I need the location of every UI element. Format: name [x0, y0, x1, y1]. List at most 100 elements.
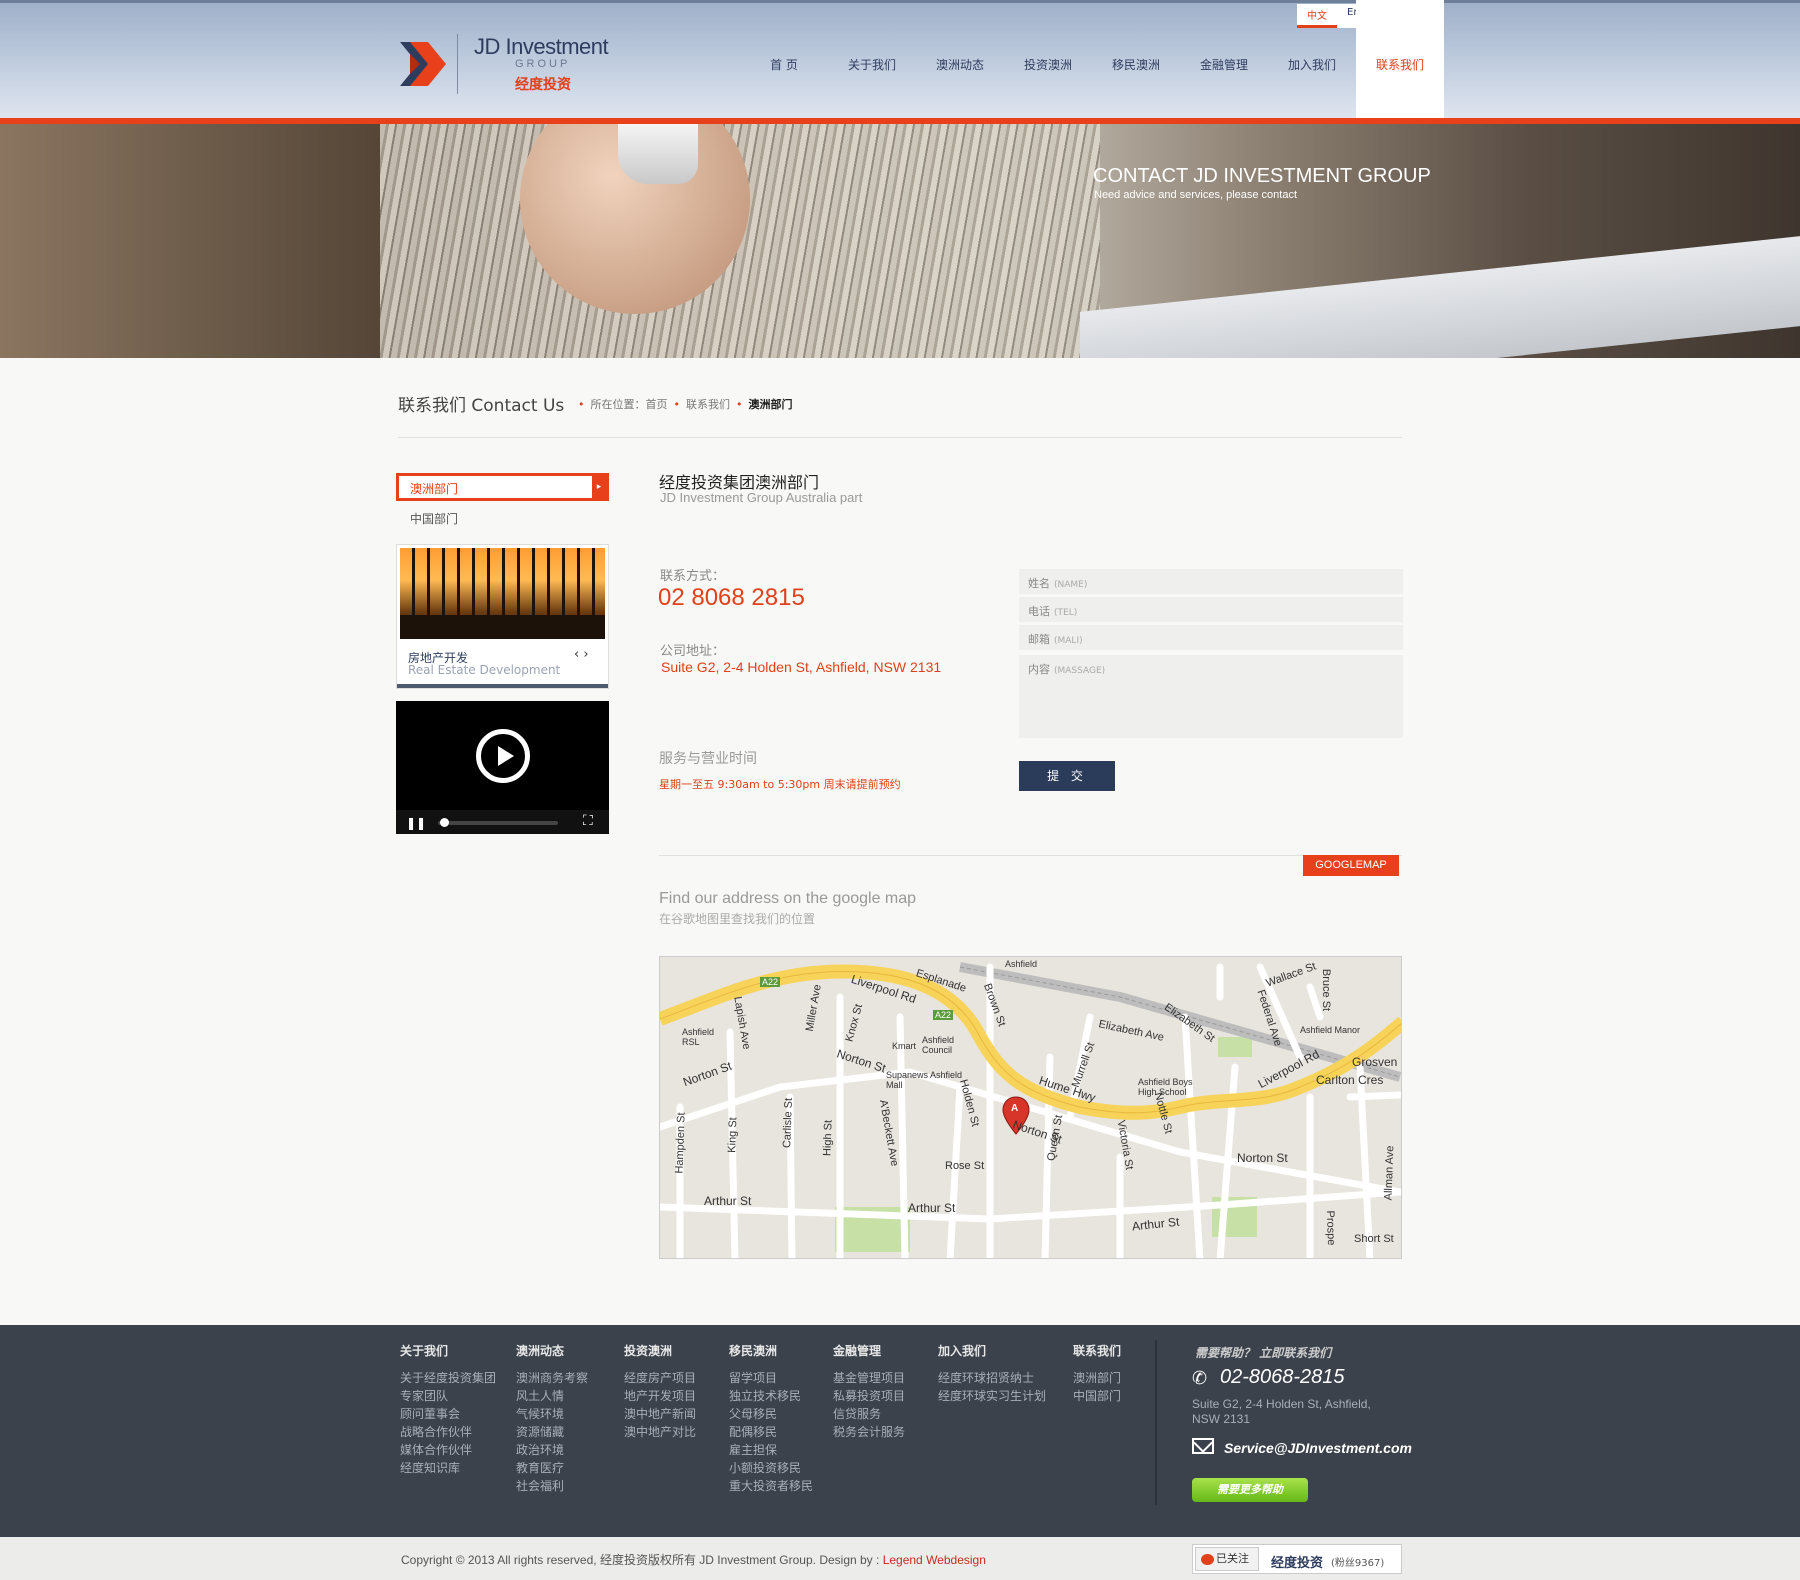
- pause-icon[interactable]: ❚❚: [406, 816, 426, 830]
- map-label: Supanews Ashfield Mall: [886, 1070, 963, 1090]
- footer-column-title[interactable]: 联系我们: [1073, 1342, 1121, 1359]
- footer-column-title[interactable]: 投资澳洲: [624, 1342, 696, 1359]
- footer-link[interactable]: 政治环境: [516, 1441, 588, 1459]
- footer-link[interactable]: 经度环球实习生计划: [938, 1387, 1046, 1405]
- message-field-label: 内容 (MASSAGE): [1028, 663, 1106, 676]
- nav-home[interactable]: 首 页: [740, 0, 828, 118]
- submit-button[interactable]: 提 交: [1019, 761, 1115, 791]
- message-field[interactable]: 内容 (MASSAGE): [1019, 655, 1403, 738]
- footer-link[interactable]: 澳洲部门: [1073, 1369, 1121, 1387]
- map-marker-label: A: [1011, 1103, 1019, 1114]
- banner-desk: [1080, 236, 1800, 358]
- footer-link[interactable]: 社会福利: [516, 1477, 588, 1495]
- footer-link[interactable]: 资源储藏: [516, 1423, 588, 1441]
- nav-contact[interactable]: 联系我们: [1356, 0, 1444, 118]
- footer-link[interactable]: 中国部门: [1073, 1387, 1121, 1405]
- video-progress-handle[interactable]: [440, 818, 449, 827]
- help-email[interactable]: Service@JDInvestment.com: [1224, 1440, 1412, 1456]
- footer-link[interactable]: 信贷服务: [833, 1405, 905, 1423]
- footer-link[interactable]: 媒体合作伙伴: [400, 1441, 496, 1459]
- tel-field[interactable]: 电话 (TEL): [1019, 597, 1403, 622]
- footer-link[interactable]: 经度知识库: [400, 1459, 496, 1477]
- more-help-button[interactable]: 需要更多帮助: [1192, 1478, 1308, 1502]
- footer-link[interactable]: 配偶移民: [729, 1423, 813, 1441]
- help-phone: 02-8068-2815: [1220, 1366, 1345, 1388]
- footer-link[interactable]: 经度房产项目: [624, 1369, 696, 1387]
- footer-link[interactable]: 战略合作伙伴: [400, 1423, 496, 1441]
- map-label: Kmart: [892, 1041, 917, 1051]
- logo-text[interactable]: JD Investment: [474, 34, 609, 60]
- chevron-right-icon: ▸: [592, 476, 606, 498]
- footer-link[interactable]: 基金管理项目: [833, 1369, 905, 1387]
- sidebar-item-australia[interactable]: 澳洲部门 ▸: [396, 473, 609, 501]
- map-label: Ashfield Council: [922, 1035, 955, 1055]
- name-field-label: 姓名 (NAME): [1028, 577, 1088, 590]
- footer-link[interactable]: 私募投资项目: [833, 1387, 905, 1405]
- footer-link[interactable]: 顾问董事会: [400, 1405, 496, 1423]
- breadcrumb-home[interactable]: 所在位置：首页: [591, 396, 668, 412]
- weibo-follow-widget[interactable]: 已关注 经度投资 (粉丝9367): [1192, 1544, 1402, 1574]
- divider: [398, 437, 1402, 438]
- footer-column-title[interactable]: 金融管理: [833, 1342, 905, 1359]
- logo-icon[interactable]: [396, 34, 446, 94]
- map-label: Arthur St: [704, 1194, 752, 1208]
- video-progress-bar[interactable]: [438, 821, 558, 825]
- hero-banner: [0, 124, 1800, 358]
- google-map[interactable]: A Esplanade Ashfield Liverpool Rd Liverp…: [659, 956, 1402, 1259]
- logo-chinese-text[interactable]: 经度投资: [515, 74, 571, 94]
- carousel-arrows: ‹ ›: [574, 647, 589, 662]
- footer-link[interactable]: 地产开发项目: [624, 1387, 696, 1405]
- footer-link[interactable]: 澳中地产新闻: [624, 1405, 696, 1423]
- chevron-right-icon[interactable]: ›: [583, 647, 588, 662]
- nav-immigration[interactable]: 移民澳洲: [1092, 0, 1180, 118]
- fullscreen-icon[interactable]: ⛶: [583, 813, 593, 829]
- sidebar-item-china[interactable]: 中国部门: [410, 510, 458, 527]
- promo-card[interactable]: 房地产开发 Real Estate Development ‹ ›: [396, 544, 609, 689]
- footer-link[interactable]: 澳中地产对比: [624, 1423, 696, 1441]
- footer-column-title[interactable]: 澳洲动态: [516, 1342, 588, 1359]
- footer-column-title[interactable]: 加入我们: [938, 1342, 1046, 1359]
- nav-australia-news[interactable]: 澳洲动态: [916, 0, 1004, 118]
- footer-link[interactable]: 经度环球招贤纳士: [938, 1369, 1046, 1387]
- footer-link[interactable]: 雇主担保: [729, 1441, 813, 1459]
- nav-invest[interactable]: 投资澳洲: [1004, 0, 1092, 118]
- breadcrumb-contact[interactable]: 联系我们: [686, 396, 730, 412]
- breadcrumb-separator: •: [673, 397, 681, 411]
- sidebar-item-label: 澳洲部门: [410, 482, 459, 496]
- weibo-account-name[interactable]: 经度投资: [1271, 1552, 1323, 1571]
- breadcrumb: • 所在位置：首页 • 联系我们 • 澳洲部门: [572, 396, 793, 412]
- footer-column-immigration: 移民澳洲 留学项目 独立技术移民 父母移民 配偶移民 雇主担保 小额投资移民 重…: [729, 1342, 813, 1495]
- nav-about[interactable]: 关于我们: [828, 0, 916, 118]
- footer-link[interactable]: 关于经度投资集团: [400, 1369, 496, 1387]
- designer-link[interactable]: Legend Webdesign: [883, 1553, 986, 1567]
- footer-column-title[interactable]: 关于我们: [400, 1342, 496, 1359]
- weibo-follow-button[interactable]: 已关注: [1195, 1547, 1259, 1571]
- name-field[interactable]: 姓名 (NAME): [1019, 569, 1403, 594]
- map-label: Arthur St: [908, 1201, 956, 1215]
- nav-finance[interactable]: 金融管理: [1180, 0, 1268, 118]
- footer-link[interactable]: 独立技术移民: [729, 1387, 813, 1405]
- footer-link[interactable]: 父母移民: [729, 1405, 813, 1423]
- map-label: High St: [821, 1119, 835, 1157]
- chevron-left-icon[interactable]: ‹: [574, 647, 579, 662]
- footer-link[interactable]: 气候环境: [516, 1405, 588, 1423]
- banner-subtitle: Need advice and services, please contact: [1094, 189, 1298, 201]
- footer-link[interactable]: 留学项目: [729, 1369, 813, 1387]
- nav-join[interactable]: 加入我们: [1268, 0, 1356, 118]
- footer-link[interactable]: 教育医疗: [516, 1459, 588, 1477]
- tel-field-label: 电话 (TEL): [1028, 605, 1078, 618]
- play-icon[interactable]: [476, 729, 530, 783]
- footer-link[interactable]: 风土人情: [516, 1387, 588, 1405]
- footer-link[interactable]: 重大投资者移民: [729, 1477, 813, 1495]
- logo-divider: [457, 34, 458, 94]
- video-player[interactable]: ❚❚ ⛶: [396, 701, 609, 834]
- footer-link[interactable]: 税务会计服务: [833, 1423, 905, 1441]
- page-title: 联系我们 Contact Us: [398, 396, 565, 416]
- footer-link[interactable]: 专家团队: [400, 1387, 496, 1405]
- footer-link[interactable]: 澳洲商务考察: [516, 1369, 588, 1387]
- email-field[interactable]: 邮箱 (MALI): [1019, 625, 1403, 650]
- footer-link[interactable]: 小额投资移民: [729, 1459, 813, 1477]
- footer-column-title[interactable]: 移民澳洲: [729, 1342, 813, 1359]
- map-label: Ashfield: [1005, 959, 1038, 969]
- map-label: Norton St: [1237, 1151, 1288, 1165]
